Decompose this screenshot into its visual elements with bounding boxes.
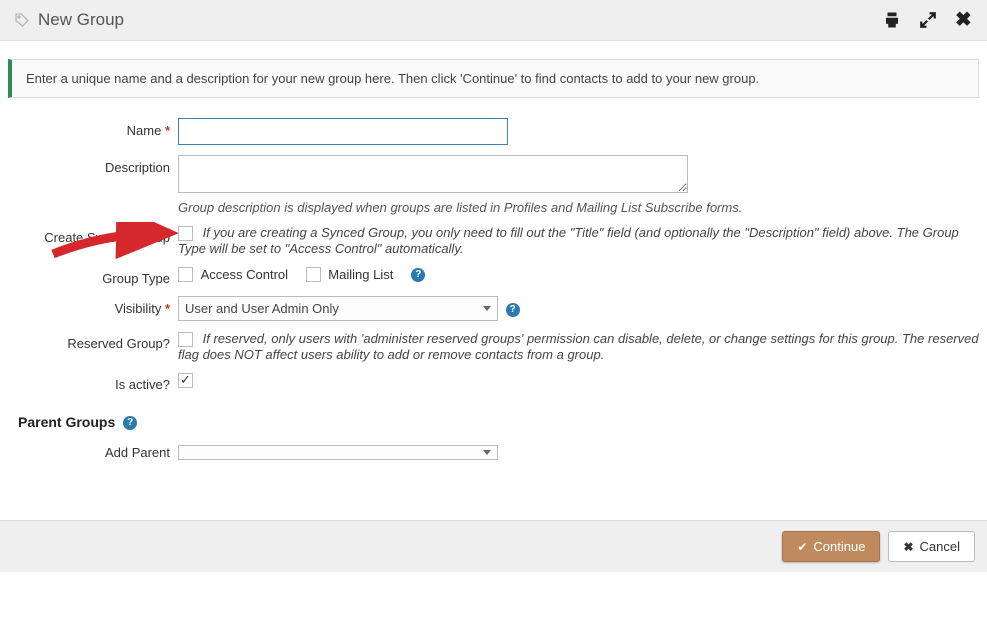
access-control-label: Access Control xyxy=(201,267,288,282)
add-parent-select[interactable] xyxy=(178,445,498,460)
cancel-button[interactable]: ✖ Cancel xyxy=(888,531,975,562)
parent-groups-heading: Parent Groups ? xyxy=(18,414,979,430)
description-help: Group description is displayed when grou… xyxy=(178,200,979,215)
visibility-help-icon[interactable]: ? xyxy=(506,303,520,317)
synced-label: Create Synced Group xyxy=(8,225,178,245)
continue-button[interactable]: ✔ Continue xyxy=(782,531,880,562)
print-icon[interactable] xyxy=(883,11,901,29)
group-type-label: Group Type xyxy=(8,266,178,286)
synced-note: If you are creating a Synced Group, you … xyxy=(178,225,959,256)
active-label: Is active? xyxy=(8,372,178,392)
dialog-footer: ✔ Continue ✖ Cancel xyxy=(0,520,987,572)
parent-groups-help-icon[interactable]: ? xyxy=(123,416,137,430)
visibility-selected: User and User Admin Only xyxy=(185,301,339,316)
reserved-note: If reserved, only users with 'administer… xyxy=(178,331,979,362)
expand-icon[interactable] xyxy=(919,11,937,29)
add-parent-label: Add Parent xyxy=(8,440,178,460)
synced-checkbox[interactable] xyxy=(178,226,193,241)
close-icon: ✖ xyxy=(903,540,913,554)
access-control-checkbox[interactable] xyxy=(178,267,193,282)
dialog-title: New Group xyxy=(38,10,883,30)
tag-icon xyxy=(14,12,30,28)
dialog-header: New Group ✖ xyxy=(0,0,987,41)
visibility-label: Visibility * xyxy=(8,296,178,316)
close-icon[interactable]: ✖ xyxy=(955,11,973,29)
chevron-down-icon xyxy=(483,450,491,455)
header-actions: ✖ xyxy=(883,11,973,29)
description-label: Description xyxy=(8,155,178,175)
reserved-checkbox[interactable] xyxy=(178,332,193,347)
chevron-down-icon xyxy=(483,306,491,311)
name-input[interactable] xyxy=(178,118,508,145)
check-icon: ✔ xyxy=(797,540,807,554)
description-input[interactable] xyxy=(178,155,688,193)
reserved-label: Reserved Group? xyxy=(8,331,178,351)
info-banner: Enter a unique name and a description fo… xyxy=(8,59,979,98)
mailing-list-label: Mailing List xyxy=(328,267,393,282)
group-type-help-icon[interactable]: ? xyxy=(411,268,425,282)
name-label: Name * xyxy=(8,118,178,138)
active-checkbox[interactable] xyxy=(178,373,193,388)
mailing-list-checkbox[interactable] xyxy=(306,267,321,282)
visibility-select[interactable]: User and User Admin Only xyxy=(178,296,498,321)
